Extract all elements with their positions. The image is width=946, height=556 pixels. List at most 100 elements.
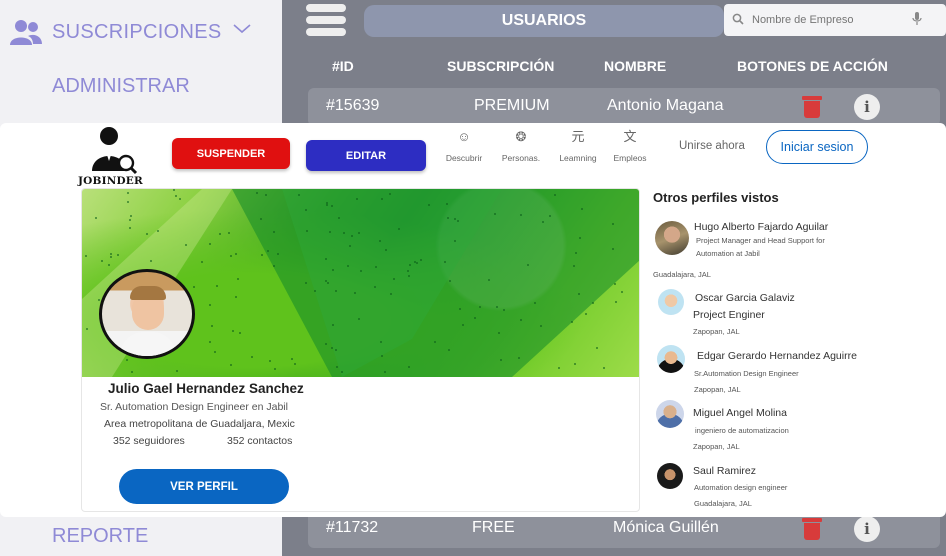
banner-speck <box>216 285 218 287</box>
delete-trash-icon[interactable] <box>802 518 822 540</box>
other-profile-name: Oscar Garcia Galaviz <box>695 292 795 304</box>
other-profile-job: Project Enginer <box>693 309 765 321</box>
sidebar-item-administrar[interactable]: ADMINISTRAR <box>52 75 190 98</box>
banner-speck <box>479 306 481 308</box>
nav-label: Leamning <box>559 153 597 163</box>
banner-speck <box>325 343 327 345</box>
banner-speck <box>447 217 449 219</box>
info-icon[interactable]: i <box>854 94 880 120</box>
banner-speck <box>358 232 360 234</box>
banner-speck <box>126 359 128 361</box>
nav-empleos[interactable]: 文 Empleos <box>604 129 656 163</box>
banner-speck <box>305 209 307 211</box>
banner-speck <box>214 351 216 353</box>
banner-speck <box>219 233 221 235</box>
banner-speck <box>407 270 409 272</box>
banner-speck <box>157 230 159 232</box>
banner-speck <box>414 261 416 263</box>
banner-speck <box>503 309 505 311</box>
edit-button[interactable]: EDITAR <box>306 140 426 171</box>
banner-speck <box>500 359 502 361</box>
banner-speck <box>265 194 267 196</box>
banner-speck <box>325 258 327 260</box>
sidebar-item-subscriptions[interactable]: SUSCRIPCIONES <box>10 18 222 46</box>
banner-speck <box>474 317 476 319</box>
profile-avatar <box>99 269 195 359</box>
banner-speck <box>150 260 152 262</box>
banner-speck <box>201 261 203 263</box>
join-now-link[interactable]: Unirse ahora <box>679 140 745 152</box>
banner-speck <box>273 231 275 233</box>
login-button[interactable]: Iniciar sesion <box>766 130 868 164</box>
sidebar-item-reporte[interactable]: REPORTE <box>52 525 148 548</box>
banner-speck <box>108 264 110 266</box>
banner-speck <box>592 302 594 304</box>
search-input[interactable] <box>752 14 912 26</box>
banner-speck <box>335 349 337 351</box>
nav-descubrir[interactable]: ☺ Descubrir <box>438 129 490 163</box>
delete-trash-icon[interactable] <box>802 96 822 118</box>
other-profiles-title: Otros perfiles vistos <box>653 190 779 205</box>
banner-speck <box>98 299 100 301</box>
chevron-down-icon[interactable] <box>232 22 252 40</box>
banner-speck <box>325 280 327 282</box>
banner-speck <box>193 286 195 288</box>
banner-speck <box>571 321 573 323</box>
banner-speck <box>305 282 307 284</box>
suspend-button[interactable]: SUSPENDER <box>172 138 290 169</box>
banner-speck <box>520 214 522 216</box>
banner-speck <box>462 324 464 326</box>
banner-speck <box>230 255 232 257</box>
banner-speck <box>498 332 500 334</box>
banner-speck <box>540 325 542 327</box>
banner-speck <box>256 192 258 194</box>
banner-speck <box>235 253 237 255</box>
other-profile-location: Zapopan, JAL <box>694 385 741 394</box>
banner-speck <box>349 245 351 247</box>
nav-personas[interactable]: ❂ Personas. <box>495 129 547 163</box>
search-icon <box>732 13 744 28</box>
banner-speck <box>230 364 232 366</box>
search-bar[interactable] <box>724 4 946 36</box>
banner-speck <box>380 341 382 343</box>
banner-speck <box>327 282 329 284</box>
nav-learning[interactable]: 元 Leamning <box>552 129 604 163</box>
banner-speck <box>448 349 450 351</box>
banner-speck <box>612 248 614 250</box>
banner-speck <box>146 233 148 235</box>
other-profile-job: Automation at Jabil <box>696 249 760 258</box>
banner-speck <box>86 328 88 330</box>
page-title: USUARIOS <box>364 5 724 37</box>
banner-speck <box>235 296 237 298</box>
info-icon[interactable]: i <box>854 516 880 542</box>
row-name: Antonio Magana <box>607 97 724 114</box>
other-profile-job: Project Manager and Head Support for <box>696 236 825 245</box>
brand-name: JOBINDER <box>78 175 143 187</box>
other-profile-job: ingeniero de automatizacion <box>695 426 789 435</box>
microphone-icon[interactable] <box>912 11 922 29</box>
hamburger-menu-icon[interactable] <box>306 4 346 36</box>
banner-speck <box>457 220 459 222</box>
banner-speck <box>326 204 328 206</box>
banner-speck <box>573 265 575 267</box>
other-profile-name: Miguel Angel Molina <box>693 407 787 419</box>
banner-speck <box>408 275 410 277</box>
banner-speck <box>398 228 400 230</box>
banner-speck <box>130 215 132 217</box>
banner-speck <box>127 192 129 194</box>
banner-speck <box>416 262 418 264</box>
column-header-subscription: SUBSCRIPCIÓN <box>447 58 555 74</box>
banner-speck <box>428 204 430 206</box>
other-profile-job: Sr.Automation Design Engineer <box>694 369 799 378</box>
banner-speck <box>239 332 241 334</box>
profile-modal: JOBINDER SUSPENDER EDITAR ☺ Descubrir ❂ … <box>0 123 946 517</box>
banner-speck <box>343 232 345 234</box>
banner-speck <box>237 278 239 280</box>
banner-speck <box>381 198 383 200</box>
banner-speck <box>358 318 360 320</box>
banner-speck <box>488 279 490 281</box>
view-profile-button[interactable]: VER PERFIL <box>119 469 289 504</box>
profile-contacts: 352 contactos <box>227 435 293 447</box>
avatar <box>656 400 684 428</box>
other-profile-name: Edgar Gerardo Hernandez Aguirre <box>697 350 857 362</box>
